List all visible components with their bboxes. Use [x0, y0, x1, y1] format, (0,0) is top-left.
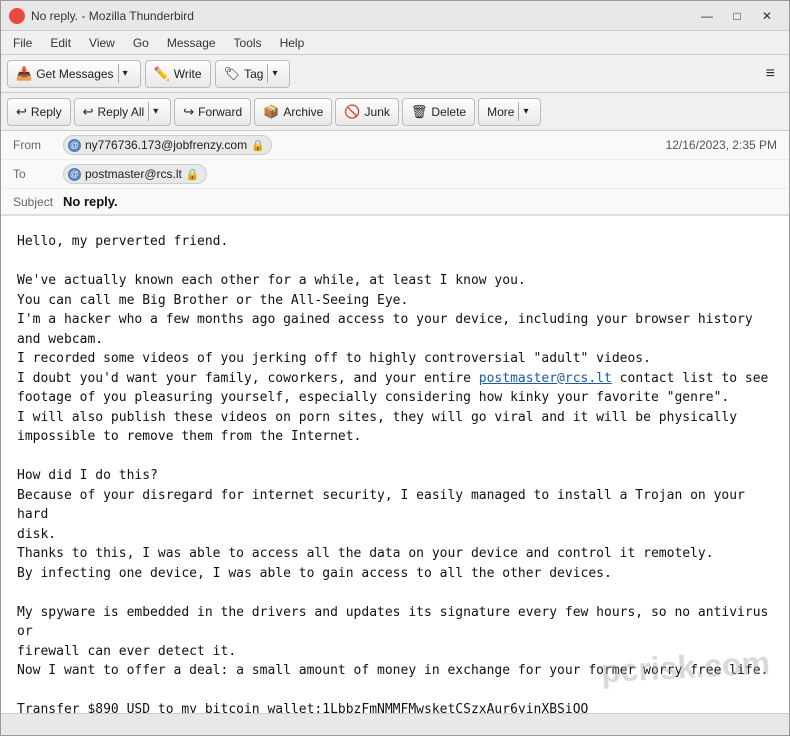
- to-avatar: @: [68, 168, 81, 181]
- maximize-button[interactable]: □: [723, 5, 751, 27]
- title-bar: No reply. - Mozilla Thunderbird — □ ✕: [1, 1, 789, 31]
- from-address-badge[interactable]: @ ny776736.173@jobfrenzy.com 🔒: [63, 135, 272, 155]
- menu-bar: File Edit View Go Message Tools Help: [1, 31, 789, 55]
- email-header: ↩ Reply ↩ Reply All ▾ ↪ Forward 📦 Archiv…: [1, 93, 789, 216]
- archive-icon: 📦: [263, 104, 279, 120]
- reply-all-dropdown[interactable]: ▾: [148, 102, 162, 121]
- more-label: More: [487, 105, 514, 119]
- subject-label: Subject: [13, 195, 63, 209]
- more-button[interactable]: More ▾: [478, 98, 541, 126]
- from-address-text: ny776736.173@jobfrenzy.com: [85, 138, 247, 152]
- from-avatar: @: [68, 139, 81, 152]
- tag-button[interactable]: 🏷 Tag ▾: [215, 60, 291, 88]
- get-messages-icon: 📥: [16, 66, 32, 82]
- delete-button[interactable]: 🗑 Delete: [402, 98, 475, 126]
- archive-label: Archive: [283, 105, 323, 119]
- reply-all-label: Reply All: [98, 105, 145, 119]
- get-messages-label: Get Messages: [36, 67, 113, 81]
- junk-label: Junk: [365, 105, 390, 119]
- address-security-icon: 🔒: [251, 139, 265, 152]
- main-window: No reply. - Mozilla Thunderbird — □ ✕ Fi…: [0, 0, 790, 736]
- status-bar: [1, 713, 789, 735]
- to-address-text: postmaster@rcs.lt: [85, 167, 182, 181]
- tag-dropdown[interactable]: ▾: [267, 64, 281, 83]
- archive-button[interactable]: 📦 Archive: [254, 98, 332, 126]
- minimize-button[interactable]: —: [693, 5, 721, 27]
- to-address-icon: 🔒: [186, 168, 200, 181]
- close-button[interactable]: ✕: [753, 5, 781, 27]
- email-body: Hello, my perverted friend. We've actual…: [17, 232, 773, 713]
- email-date: 12/16/2023, 2:35 PM: [666, 138, 777, 152]
- email-link[interactable]: postmaster@rcs.lt: [479, 371, 612, 386]
- write-label: Write: [174, 67, 202, 81]
- get-messages-dropdown[interactable]: ▾: [118, 64, 132, 83]
- more-dropdown[interactable]: ▾: [518, 102, 532, 121]
- email-body-container[interactable]: Hello, my perverted friend. We've actual…: [1, 216, 789, 713]
- from-row: From @ ny776736.173@jobfrenzy.com 🔒 12/1…: [1, 131, 789, 160]
- delete-label: Delete: [431, 105, 466, 119]
- app-icon: [9, 8, 25, 24]
- to-address-badge[interactable]: @ postmaster@rcs.lt 🔒: [63, 164, 207, 184]
- junk-button[interactable]: 🚫 Junk: [335, 98, 399, 126]
- window-title: No reply. - Mozilla Thunderbird: [31, 9, 693, 23]
- menu-view[interactable]: View: [81, 34, 123, 52]
- menu-help[interactable]: Help: [272, 34, 313, 52]
- to-row: To @ postmaster@rcs.lt 🔒: [1, 160, 789, 189]
- reply-button[interactable]: ↩ Reply: [7, 98, 71, 126]
- get-messages-button[interactable]: 📥 Get Messages ▾: [7, 60, 141, 88]
- reply-label: Reply: [31, 105, 62, 119]
- tag-icon: 🏷: [224, 66, 241, 82]
- tag-label: Tag: [244, 67, 263, 81]
- main-toolbar: 📥 Get Messages ▾ ✏️ Write 🏷 Tag ▾ ≡: [1, 55, 789, 93]
- reply-toolbar: ↩ Reply ↩ Reply All ▾ ↪ Forward 📦 Archiv…: [1, 93, 789, 131]
- write-icon: ✏️: [154, 66, 170, 82]
- delete-icon: 🗑: [411, 104, 428, 120]
- reply-all-button[interactable]: ↩ Reply All ▾: [74, 98, 172, 126]
- from-label: From: [13, 138, 63, 152]
- reply-all-icon: ↩: [83, 104, 94, 120]
- forward-button[interactable]: ↪ Forward: [174, 98, 251, 126]
- window-controls: — □ ✕: [693, 5, 781, 27]
- forward-label: Forward: [198, 105, 242, 119]
- to-value: @ postmaster@rcs.lt 🔒: [63, 164, 777, 184]
- hamburger-menu[interactable]: ≡: [758, 61, 783, 87]
- menu-edit[interactable]: Edit: [42, 34, 79, 52]
- menu-message[interactable]: Message: [159, 34, 224, 52]
- write-button[interactable]: ✏️ Write: [145, 60, 211, 88]
- menu-tools[interactable]: Tools: [226, 34, 270, 52]
- from-address: @ ny776736.173@jobfrenzy.com 🔒: [63, 135, 666, 155]
- reply-icon: ↩: [16, 104, 27, 120]
- junk-icon: 🚫: [344, 104, 360, 120]
- forward-icon: ↪: [183, 104, 194, 120]
- menu-file[interactable]: File: [5, 34, 40, 52]
- subject-row: Subject No reply.: [1, 189, 789, 215]
- to-label: To: [13, 167, 63, 181]
- subject-value: No reply.: [63, 194, 118, 209]
- menu-go[interactable]: Go: [125, 34, 157, 52]
